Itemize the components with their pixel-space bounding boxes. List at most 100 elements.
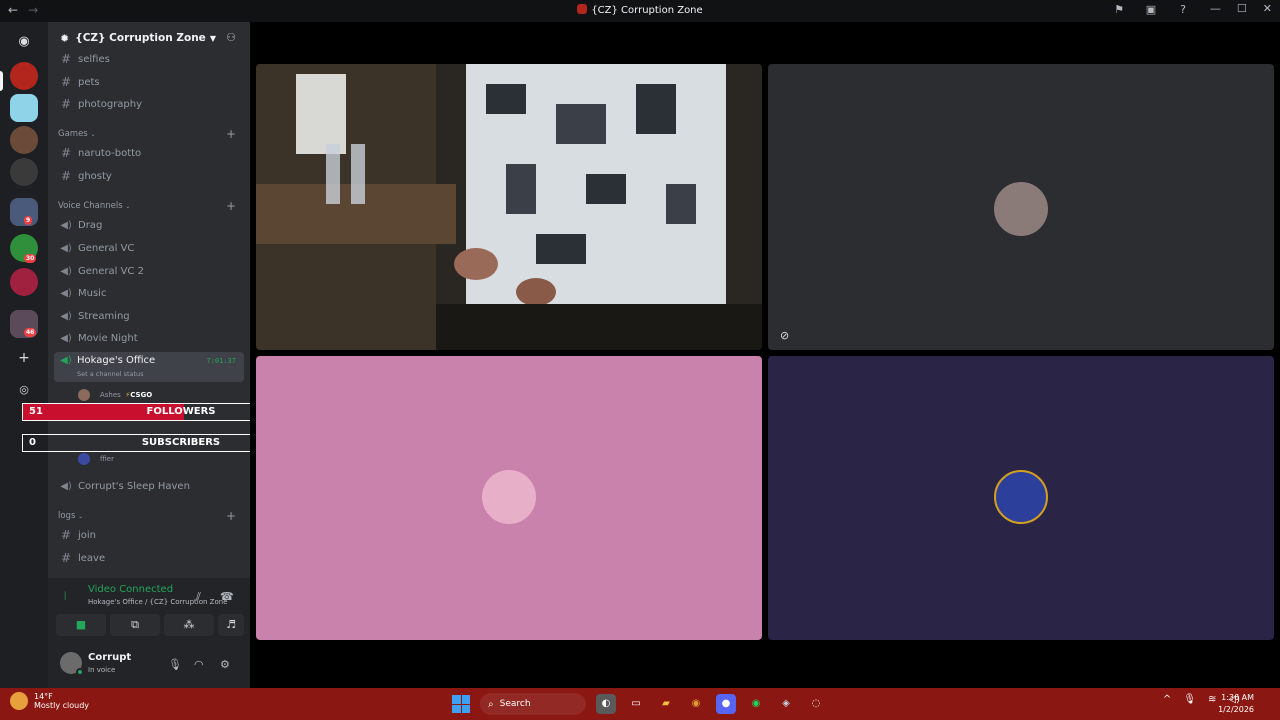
add-channel-icon[interactable]: + xyxy=(226,199,236,213)
microphone-icon[interactable]: 🎙 xyxy=(168,658,182,671)
signal-icon[interactable]: ⦚ xyxy=(64,590,66,604)
steam-icon[interactable]: ◈ xyxy=(776,694,796,714)
channel-photography[interactable]: # photography xyxy=(54,94,244,114)
app-icon[interactable]: ◌ xyxy=(806,694,826,714)
user-panel: Corrupt In voice 🎙 ◠ ⚙ xyxy=(48,644,250,688)
discord-home-icon[interactable]: ◉ xyxy=(10,28,38,56)
system-clock[interactable]: 1:36 AM 1/2/2026 xyxy=(1218,692,1254,716)
weather-icon xyxy=(10,692,28,710)
avatar xyxy=(482,470,536,524)
hash-icon: # xyxy=(60,75,72,89)
server-icon[interactable] xyxy=(10,62,38,90)
voice-channel-general-vc[interactable]: ◀) General VC xyxy=(54,238,244,258)
active-voice-name: Hokage's Office xyxy=(77,355,156,366)
channel-join[interactable]: # join xyxy=(54,525,244,545)
user-status: In voice xyxy=(88,666,116,674)
category-logs[interactable]: logs ⌄ + xyxy=(58,508,244,524)
voice-status[interactable]: Video Connected xyxy=(88,584,173,595)
chevron-up-icon[interactable]: ^ xyxy=(1163,694,1171,705)
file-explorer-icon[interactable]: ▰ xyxy=(656,694,676,714)
voice-channel-movie-night[interactable]: ◀) Movie Night xyxy=(54,328,244,348)
participant-tile[interactable] xyxy=(768,356,1274,640)
voice-location[interactable]: Hokage's Office / {CZ} Corruption Zone xyxy=(88,598,228,606)
voice-member[interactable]: ffier xyxy=(78,452,114,466)
maximize-icon[interactable]: ☐ xyxy=(1237,2,1247,15)
hash-icon: # xyxy=(60,551,72,565)
speaker-icon: ◀) xyxy=(60,242,72,254)
server-icon[interactable] xyxy=(10,158,38,186)
voice-channel-sleep-haven[interactable]: ◀) Corrupt's Sleep Haven xyxy=(54,476,244,496)
server-icon[interactable] xyxy=(10,94,38,122)
headphones-icon[interactable]: ◠ xyxy=(194,658,204,671)
search-icon: ⌕ xyxy=(488,698,494,710)
participant-tile[interactable] xyxy=(256,356,762,640)
avatar xyxy=(994,470,1048,524)
chrome-icon[interactable]: ◉ xyxy=(686,694,706,714)
server-icon[interactable] xyxy=(10,268,38,296)
taskbar-search[interactable]: ⌕ Search xyxy=(480,693,586,715)
date: 1/2/2026 xyxy=(1218,705,1254,714)
task-view-icon[interactable]: ▭ xyxy=(626,694,646,714)
mention-badge: 9 xyxy=(24,216,33,225)
discover-icon[interactable]: ◎ xyxy=(10,376,38,404)
voice-channel-music[interactable]: ◀) Music xyxy=(54,283,244,303)
server-logo-icon xyxy=(577,4,588,14)
spotify-icon[interactable]: ◉ xyxy=(746,694,766,714)
voice-channel-drag[interactable]: ◀) Drag xyxy=(54,215,244,235)
camera-tile[interactable] xyxy=(256,64,762,350)
hash-icon: # xyxy=(60,146,72,160)
title-bar: ← → {CZ} Corruption Zone ⚑ ▣ ? — ☐ ✕ xyxy=(0,0,1280,22)
speaker-icon: ◀) xyxy=(60,219,72,231)
channel-selfies[interactable]: # selfies xyxy=(54,49,244,69)
server-icon[interactable] xyxy=(10,126,38,154)
noise-suppression-icon[interactable]: ⫽ xyxy=(196,590,201,604)
channel-leave[interactable]: # leave xyxy=(54,548,244,568)
muted-mic-icon: ⊘ xyxy=(780,329,790,342)
discord-taskbar-icon[interactable]: ● xyxy=(716,694,736,714)
video-grid: ⊘ xyxy=(250,22,1280,688)
add-server-icon[interactable]: + xyxy=(10,344,38,372)
windows-taskbar: 14°F Mostly cloudy ⌕ Search ◐ ▭ ▰ ◉ ● ◉ ◈… xyxy=(0,688,1280,720)
category-voice-channels[interactable]: Voice Channels ⌄ + xyxy=(58,198,244,214)
wifi-icon[interactable]: ≋ xyxy=(1208,694,1216,705)
add-channel-icon[interactable]: + xyxy=(226,509,236,523)
help-icon[interactable]: ? xyxy=(1176,3,1190,17)
add-channel-icon[interactable]: + xyxy=(226,127,236,141)
camera-feed xyxy=(256,64,762,350)
server-name: {CZ} Corruption Zone xyxy=(75,32,206,44)
server-gear-icon: ✹ xyxy=(60,31,70,45)
chevron-down-icon: ▼ xyxy=(209,33,216,43)
voice-channel-streaming[interactable]: ◀) Streaming xyxy=(54,306,244,326)
participant-tile[interactable]: ⊘ xyxy=(768,64,1274,350)
active-voice-channel[interactable]: ◀) Hokage's Office Set a channel status … xyxy=(54,352,244,382)
widgets-icon[interactable]: ◐ xyxy=(596,694,616,714)
minimize-icon[interactable]: — xyxy=(1210,2,1221,15)
voice-member[interactable]: Ashes ⚡ CSGO xyxy=(78,388,152,402)
avatar xyxy=(78,453,90,465)
close-icon[interactable]: ✕ xyxy=(1263,2,1272,15)
channel-pets[interactable]: # pets xyxy=(54,72,244,92)
username[interactable]: Corrupt xyxy=(88,652,131,663)
voice-connection-panel: ⦚ Video Connected Hokage's Office / {CZ}… xyxy=(48,578,250,644)
activities-button[interactable]: ⁂ xyxy=(164,614,214,636)
soundboard-button[interactable]: ♬ xyxy=(218,614,244,636)
inbox-icon[interactable]: ▣ xyxy=(1144,3,1158,17)
chevron-down-icon: ⌄ xyxy=(125,202,131,210)
voice-channel-general-vc-2[interactable]: ◀) General VC 2 xyxy=(54,261,244,281)
windows-start-icon[interactable] xyxy=(452,695,470,713)
channel-status[interactable]: Set a channel status xyxy=(77,370,144,378)
screen-share-button[interactable]: ⧉ xyxy=(110,614,160,636)
flag-icon[interactable]: ⚑ xyxy=(1112,3,1126,17)
microphone-tray-icon[interactable]: 🎙 xyxy=(1183,694,1196,705)
camera-button[interactable]: ■ xyxy=(56,614,106,636)
discord-window: ← → {CZ} Corruption Zone ⚑ ▣ ? — ☐ ✕ ◉ 9… xyxy=(0,0,1280,720)
settings-gear-icon[interactable]: ⚙ xyxy=(220,658,230,671)
category-games[interactable]: Games ⌄ + xyxy=(58,126,244,142)
disconnect-icon[interactable]: ☎ xyxy=(220,590,234,603)
channel-naruto-botto[interactable]: # naruto-botto xyxy=(54,143,244,163)
invite-people-icon[interactable]: ⚇ xyxy=(226,31,236,44)
channel-ghosty[interactable]: # ghosty xyxy=(54,166,244,186)
server-rail: ◉ 9 30 46 + ◎ xyxy=(0,22,48,688)
hash-icon: # xyxy=(60,52,72,66)
weather-widget[interactable]: 14°F Mostly cloudy xyxy=(10,692,89,710)
